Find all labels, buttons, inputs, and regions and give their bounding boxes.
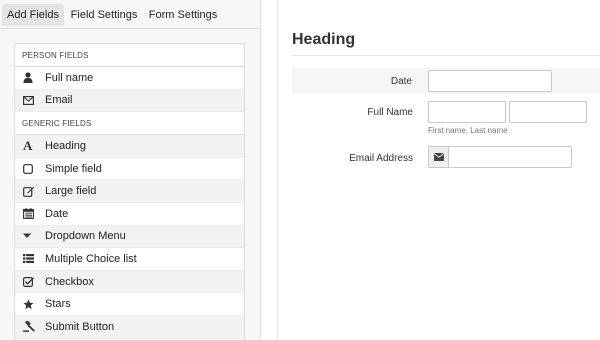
email-address-label: Email Address [349, 153, 413, 164]
caret-down-icon [23, 233, 39, 239]
heading-divider [292, 55, 600, 56]
field-item-label: Submit Button [45, 320, 115, 333]
field-item-submit-button[interactable]: Submit Button [15, 315, 244, 339]
user-icon [23, 72, 39, 84]
tab-form-settings[interactable]: Form Settings [146, 4, 220, 26]
field-item-label: Dropdown Menu [45, 230, 126, 243]
gavel-icon [23, 321, 39, 333]
field-item-label: Full name [45, 71, 94, 84]
field-item-date[interactable]: Date [15, 203, 244, 226]
tab-add-fields[interactable]: Add Fields [2, 4, 64, 26]
envelope-icon [429, 147, 449, 167]
heading-icon: A [23, 138, 33, 154]
tab-field-settings[interactable]: Field Settings [68, 4, 140, 26]
last-name-input[interactable] [509, 101, 587, 123]
field-item-label: Simple field [45, 162, 102, 175]
field-item-label: Date [45, 207, 69, 220]
field-item-label: Checkbox [45, 275, 94, 288]
list-icon [23, 254, 39, 264]
form-heading[interactable]: Heading [292, 31, 355, 49]
star-icon [23, 298, 39, 310]
field-item-checkbox[interactable]: Checkbox [15, 270, 244, 294]
date-input[interactable] [428, 70, 552, 92]
field-item-label: Large field [45, 185, 97, 198]
field-item-label: Email [45, 94, 73, 107]
edit-icon [23, 186, 39, 197]
field-item-large-field[interactable]: Large field [15, 180, 244, 203]
group-header-generic-fields: GENERIC FIELDS [15, 112, 244, 136]
envelope-icon [23, 95, 39, 105]
date-label: Date [390, 76, 412, 87]
full-name-label: Full Name [367, 107, 413, 118]
form-row-date[interactable]: Date [292, 68, 600, 94]
field-item-simple-field[interactable]: Simple field [15, 158, 244, 181]
check-square-icon [23, 276, 39, 287]
email-address-input[interactable] [428, 146, 572, 168]
calendar-icon [23, 208, 39, 220]
field-item-heading[interactable]: A Heading [15, 135, 244, 158]
group-header-person-fields: PERSON FIELDS [15, 44, 244, 67]
field-item-dropdown-menu[interactable]: Dropdown Menu [15, 225, 244, 249]
field-item-label: Stars [45, 298, 71, 311]
field-item-label: Multiple Choice list [45, 252, 137, 265]
first-name-input[interactable] [428, 101, 506, 123]
left-panel: Add Fields Field Settings Form Settings … [0, 0, 261, 340]
square-icon [23, 163, 39, 174]
form-preview: Heading Date Full Name First name, Last … [277, 0, 600, 340]
field-item-multiple-choice-list[interactable]: Multiple Choice list [15, 248, 244, 271]
field-palette: PERSON FIELDS Full name Email GENERIC FI… [14, 43, 245, 340]
field-item-email[interactable]: Email [15, 89, 244, 113]
full-name-hint: First name, Last name [428, 126, 508, 135]
tab-bar: Add Fields Field Settings Form Settings [0, 0, 261, 29]
field-item-stars[interactable]: Stars [15, 293, 244, 316]
field-item-label: Heading [45, 139, 86, 152]
field-item-full-name[interactable]: Full name [15, 67, 244, 90]
